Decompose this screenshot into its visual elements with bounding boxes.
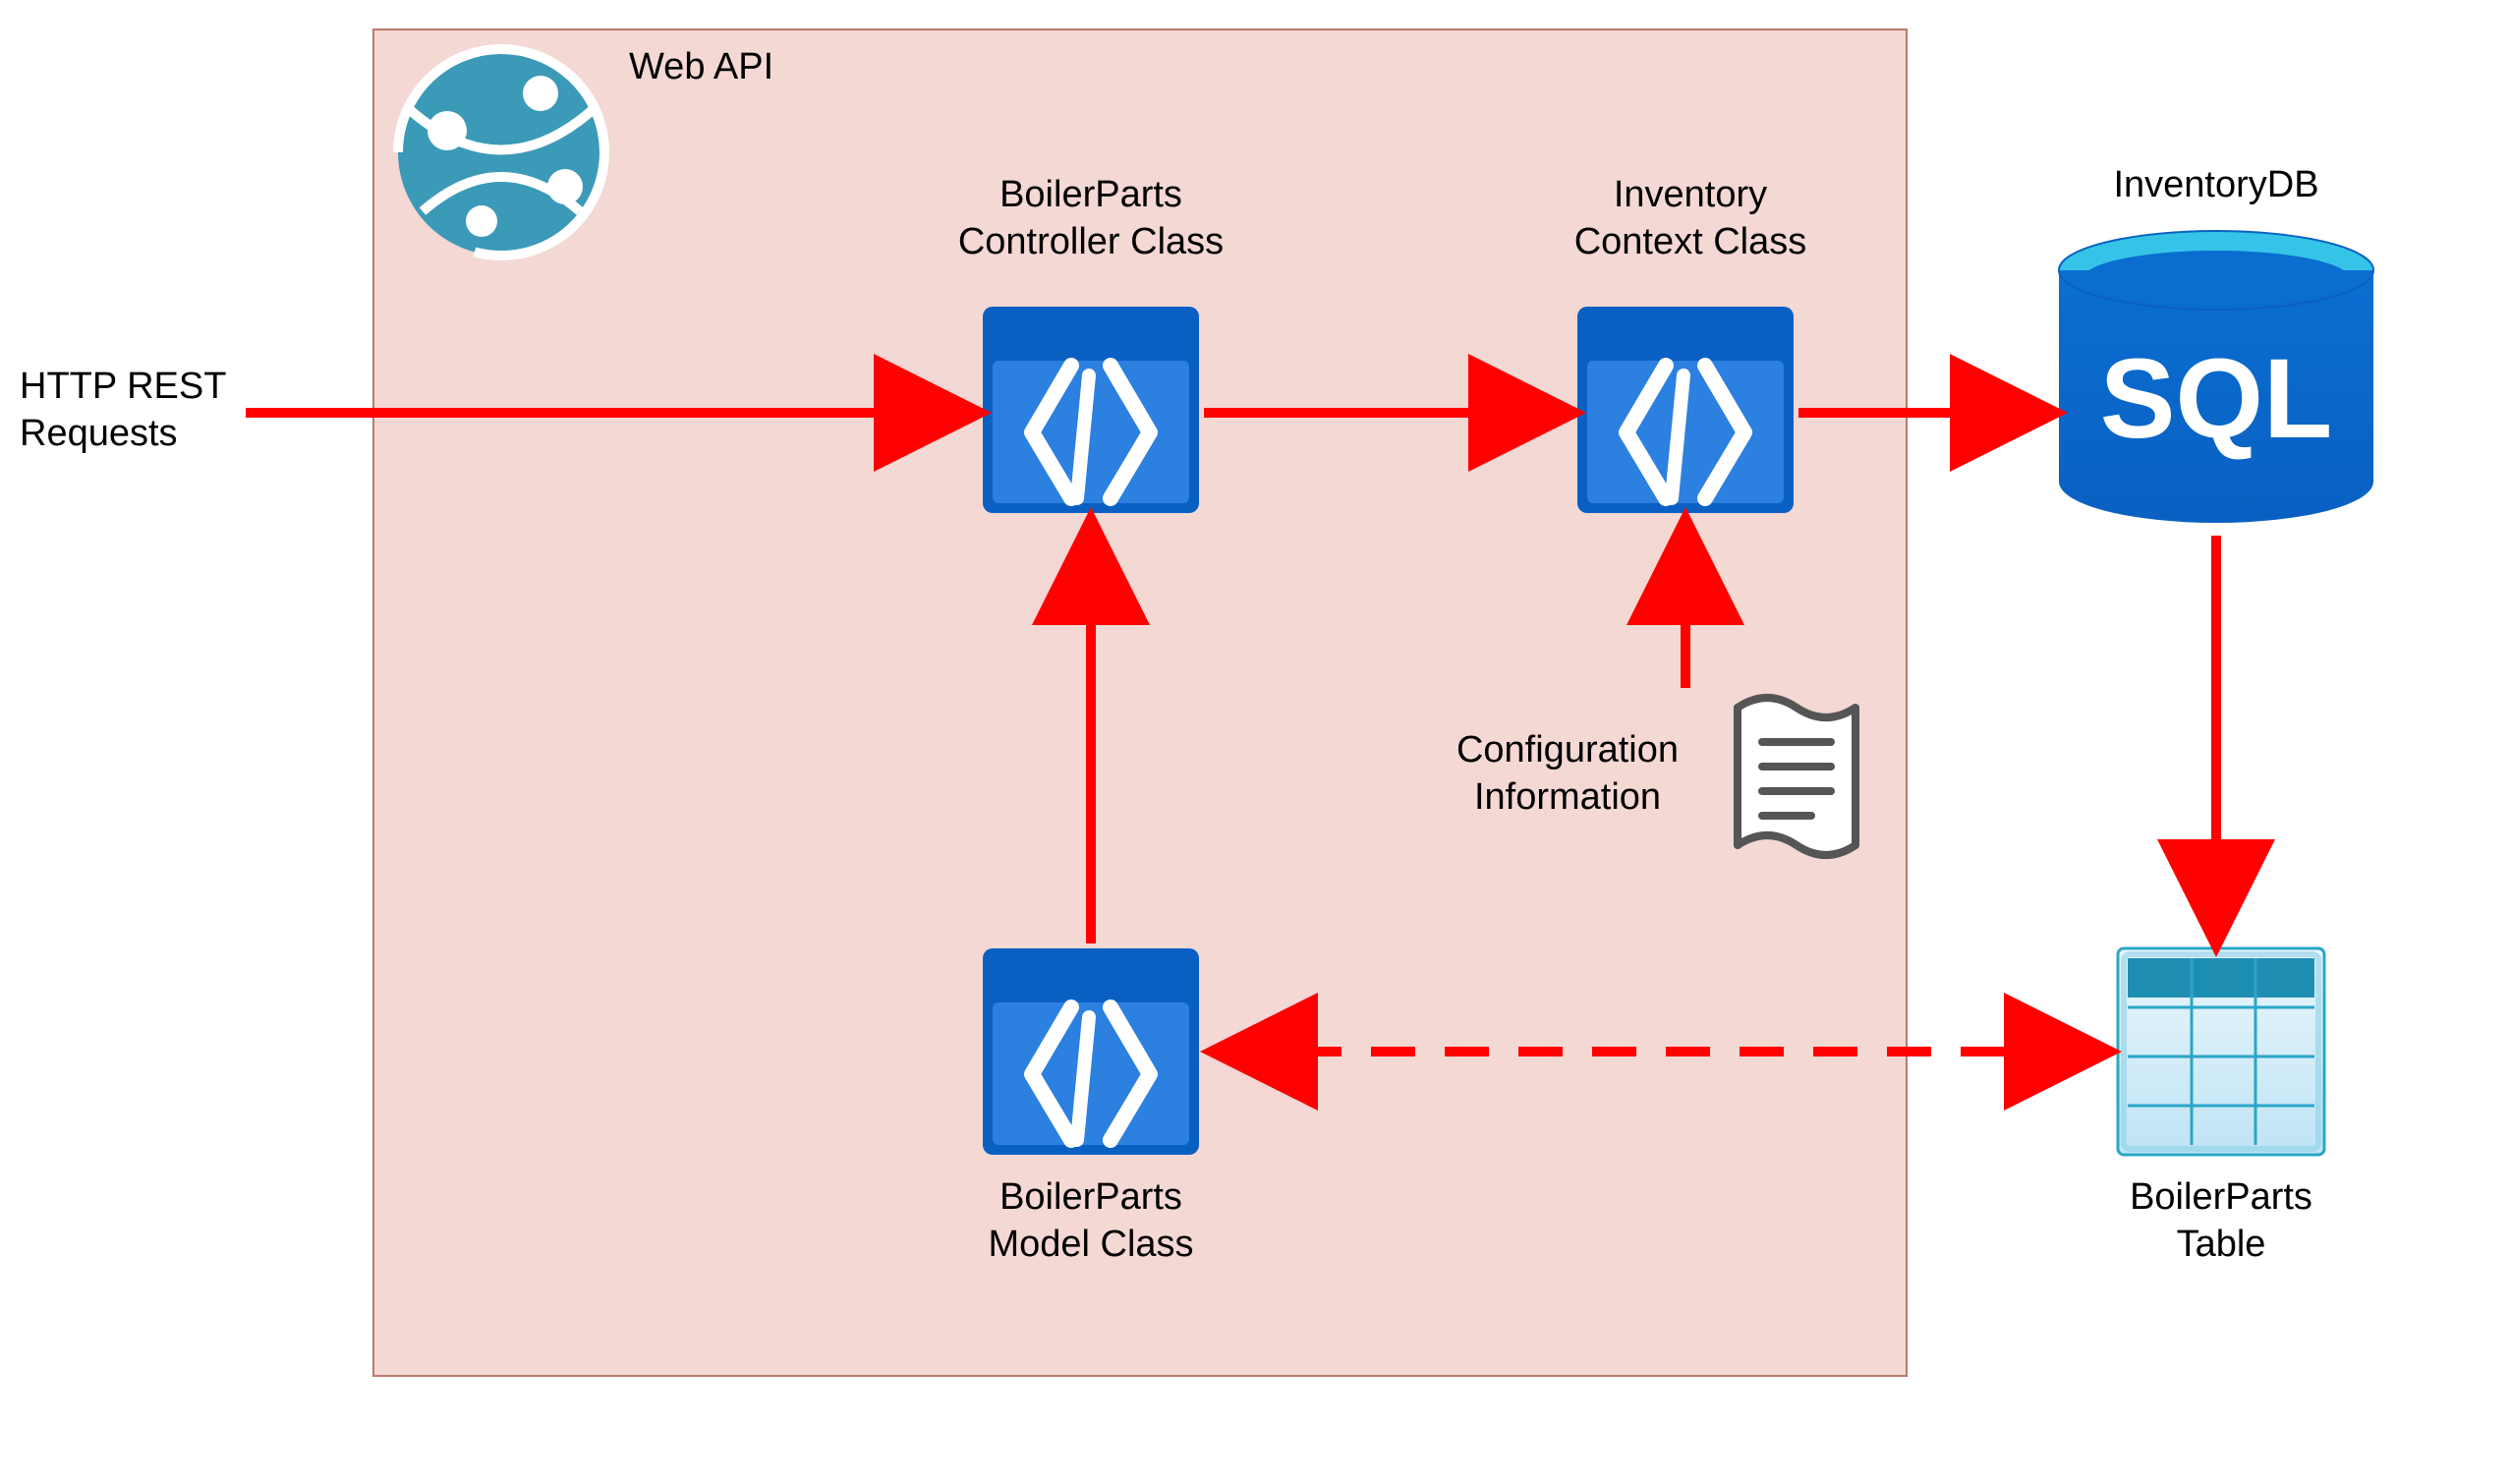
sql-text: SQL (2100, 336, 2332, 462)
inventory-context-icon (1577, 307, 1794, 513)
controller-class-icon (983, 307, 1199, 513)
controller-label: BoilerParts Controller Class (934, 172, 1248, 265)
boilerparts-table-icon (2118, 948, 2324, 1155)
config-document-icon (1738, 698, 1855, 855)
config-label: Configuration Information (1415, 727, 1720, 821)
inventorydb-label: InventoryDB (2034, 162, 2398, 209)
model-label: BoilerParts Model Class (953, 1174, 1228, 1268)
sql-database-icon: SQL (2059, 231, 2373, 523)
diagram-canvas: SQL Web API HTTP REST Requests BoilerPar… (0, 0, 2511, 1484)
http-request-label: HTTP REST Requests (20, 364, 226, 457)
model-class-icon (983, 948, 1199, 1155)
webapi-title: Web API (629, 44, 773, 91)
table-label: BoilerParts Table (2103, 1174, 2339, 1268)
context-label: Inventory Context Class (1533, 172, 1848, 265)
